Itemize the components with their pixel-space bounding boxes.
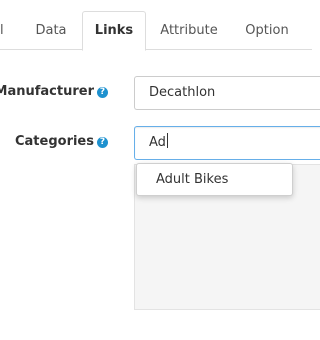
tab-general[interactable]: l — [0, 12, 8, 49]
tab-links[interactable]: Links — [82, 11, 146, 51]
text-cursor — [166, 133, 168, 148]
manufacturer-label: Manufacturer? — [0, 84, 108, 99]
tab-data[interactable]: Data — [22, 12, 80, 49]
categories-value: Ad — [149, 135, 166, 150]
categories-input[interactable]: Ad — [134, 126, 320, 160]
manufacturer-label-text: Manufacturer — [0, 84, 94, 99]
tab-option[interactable]: Option — [232, 12, 302, 49]
help-icon[interactable]: ? — [97, 87, 108, 98]
tab-bar: l Data Links Attribute Option — [0, 0, 312, 51]
tab-attribute[interactable]: Attribute — [150, 12, 228, 49]
tab-divider — [0, 49, 312, 50]
manufacturer-value: Decathlon — [149, 85, 216, 100]
manufacturer-input[interactable]: Decathlon — [134, 76, 320, 110]
autocomplete-dropdown: Adult Bikes — [136, 163, 293, 196]
categories-label-text: Categories — [14, 134, 94, 149]
autocomplete-item[interactable]: Adult Bikes — [137, 164, 292, 195]
help-icon[interactable]: ? — [97, 137, 108, 148]
categories-label: Categories? — [15, 134, 108, 149]
